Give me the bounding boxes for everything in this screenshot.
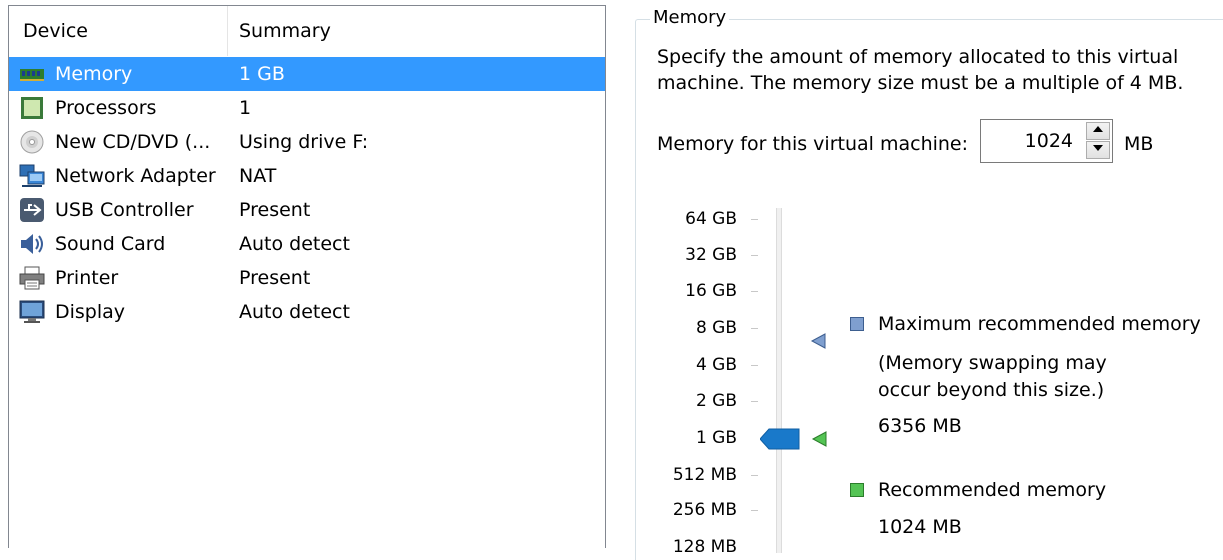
column-header-device[interactable]: Device [23,6,88,56]
device-name: Network Adapter [55,165,216,187]
scale-tick [751,365,758,366]
arrow-down-icon [1093,145,1103,151]
device-row-printer[interactable]: Printer Present [9,261,605,295]
device-list[interactable]: Device Summary Memory 1 GB Processors 1 … [8,5,606,548]
scale-label: 512 MB [672,465,737,485]
scale-label: 1 GB [695,428,737,448]
memory-slider-track[interactable] [776,208,782,553]
scale-label: 4 GB [695,355,737,375]
memory-scale: 64 GB 32 GB 16 GB 8 GB 4 GB 2 GB 1 GB 51… [630,0,737,557]
device-row-network-adapter[interactable]: Network Adapter NAT [9,159,605,193]
device-name: Processors [55,97,157,119]
column-separator[interactable] [227,6,228,56]
device-summary: Auto detect [239,233,350,255]
max-recommended-marker-icon [810,333,826,349]
memory-slider-thumb[interactable] [760,427,800,451]
memory-stepper[interactable] [980,119,1113,163]
device-name: USB Controller [55,199,194,221]
device-summary: Using drive F: [239,131,369,153]
device-row-cd-dvd[interactable]: New CD/DVD (... Using drive F: [9,125,605,159]
scale-tick [751,401,758,402]
device-name: Display [55,301,126,323]
memory-description: Specify the amount of memory allocated t… [657,46,1184,94]
device-row-usb-controller[interactable]: USB Controller Present [9,193,605,227]
device-name: Sound Card [55,233,166,255]
device-summary: 1 GB [239,63,285,85]
device-list-header: Device Summary [9,6,605,56]
device-name: Printer [55,267,119,289]
scale-label: 128 MB [672,537,737,557]
device-row-display[interactable]: Display Auto detect [9,295,605,329]
scale-label: 64 GB [685,209,737,229]
printer-icon [19,266,45,290]
column-header-summary[interactable]: Summary [239,6,331,56]
scale-tick [751,475,758,476]
device-summary: Present [239,199,311,221]
scale-tick [751,255,758,256]
recommended-marker-icon [811,431,827,447]
network-adapter-icon [19,164,45,187]
display-icon [19,300,45,323]
usb-icon [20,198,44,222]
memory-unit-label: MB [1124,133,1154,155]
cd-dvd-icon [20,130,44,154]
recommended-swatch-icon [850,483,864,497]
scale-label: 16 GB [685,281,737,301]
device-row-sound-card[interactable]: Sound Card Auto detect [9,227,605,261]
device-summary: NAT [239,165,277,187]
increment-button[interactable] [1086,122,1110,140]
device-summary: 1 [239,97,252,119]
scale-tick [751,291,758,292]
arrow-up-icon [1093,126,1103,132]
max-recommended-value: 6356 MB [878,415,962,437]
scale-label: 8 GB [695,318,737,338]
device-row-memory[interactable]: Memory 1 GB [9,57,605,91]
scale-label: 32 GB [685,245,737,265]
max-recommended-note-line1: (Memory swapping may [878,352,1107,374]
device-summary: Present [239,267,311,289]
recommended-value: 1024 MB [878,516,962,538]
device-summary: Auto detect [239,301,350,323]
max-recommended-swatch-icon [850,317,864,331]
memory-input[interactable] [983,122,1073,160]
max-recommended-note-line2: occur beyond this size.) [878,379,1105,401]
decrement-button[interactable] [1086,141,1110,159]
memory-icon [20,69,44,81]
max-recommended-title: Maximum recommended memory [878,313,1201,335]
device-name: Memory [55,57,133,91]
scale-label: 2 GB [695,391,737,411]
device-name: New CD/DVD (... [55,131,211,153]
speaker-icon [21,234,43,254]
processor-icon [21,97,43,119]
scale-label: 256 MB [672,500,737,520]
scale-tick [751,510,758,511]
scale-tick [751,328,758,329]
scale-tick [751,219,758,220]
recommended-title: Recommended memory [878,479,1107,501]
device-row-processors[interactable]: Processors 1 [9,91,605,125]
